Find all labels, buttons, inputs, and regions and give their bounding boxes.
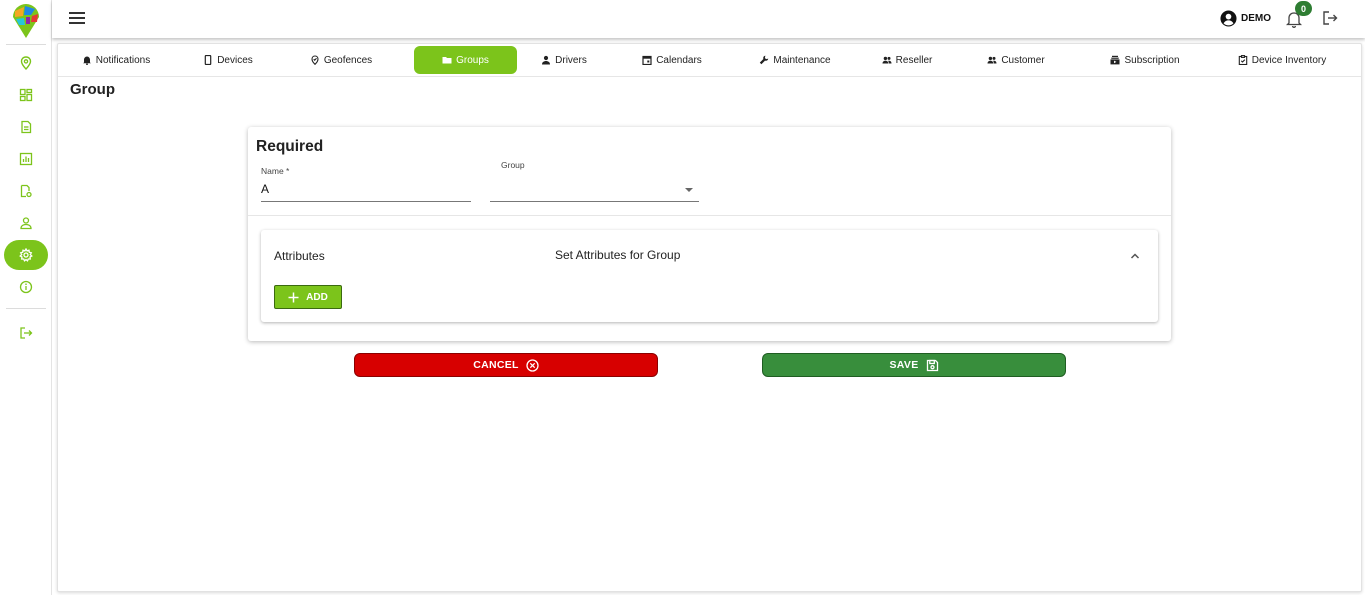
group-form-card: Required Name * A Group Attributes Set A… [248,127,1171,341]
report-settings-icon [20,184,32,198]
tab-label: Devices [217,54,253,66]
tab-drivers[interactable]: Drivers [524,46,604,74]
tab-subscription[interactable]: Subscription [1090,46,1200,74]
logout-icon [20,327,33,339]
card-divider [248,215,1171,216]
name-field[interactable]: A [261,182,269,196]
sidebar-divider [6,44,46,45]
top-bar: DEMO 0 [52,0,1365,38]
attributes-accordion: Attributes Set Attributes for Group ADD [261,230,1158,322]
sidebar-item-dashboard[interactable] [4,80,48,110]
tab-label: Groups [456,54,489,66]
save-icon [926,359,938,371]
user-icon [20,217,32,230]
save-button[interactable]: SAVE [762,353,1066,377]
notification-count-badge: 0 [1295,1,1312,16]
attributes-title[interactable]: Attributes [274,249,325,263]
tab-label: Calendars [656,54,702,66]
sidebar-divider [6,308,46,309]
geofence-icon [311,55,319,65]
tab-label: Device Inventory [1251,54,1327,66]
attributes-subtitle: Set Attributes for Group [555,248,681,262]
sidebar-item-about[interactable] [4,272,48,302]
tab-devices[interactable]: Devices [190,46,266,74]
tab-device-inventory[interactable]: Device Inventory [1218,46,1346,74]
group-select[interactable] [490,182,698,198]
sidebar-item-reports[interactable] [4,144,48,174]
sidebar-item-documents[interactable] [4,112,48,142]
tab-label: Maintenance [773,54,831,66]
tab-label: Customer [1001,54,1045,66]
tab-label: Subscription [1124,54,1180,66]
user-name: DEMO [1241,13,1271,24]
bell-icon [82,56,91,65]
tab-label: Reseller [895,54,933,66]
tab-reseller[interactable]: Reseller [864,46,950,74]
cancel-circle-icon [526,358,539,372]
inventory-icon [1238,55,1248,65]
add-attribute-button[interactable]: ADD [274,285,342,309]
people-icon [987,56,997,64]
settings-tabs: Notifications Devices Geofences Groups D… [58,44,1361,77]
save-button-label: SAVE [889,359,919,371]
sidebar-item-map[interactable] [4,48,48,78]
tab-maintenance[interactable]: Maintenance [740,46,850,74]
tab-label: Geofences [323,54,373,66]
chevron-up-icon[interactable] [1129,250,1141,262]
wrench-icon [760,55,769,65]
name-field-label: Name * [261,166,290,176]
phone-icon [204,55,212,65]
logout-icon[interactable] [1322,10,1338,26]
section-title: Required [256,138,324,155]
tab-groups[interactable]: Groups [414,46,517,74]
sidebar-item-logout[interactable] [4,318,48,348]
tab-label: Drivers [555,54,587,66]
user-menu[interactable]: DEMO [1220,10,1271,27]
tab-calendars[interactable]: Calendars [624,46,720,74]
app-logo[interactable] [10,3,42,39]
tab-notifications[interactable]: Notifications [66,46,166,74]
add-button-label: ADD [306,291,328,303]
account-circle-icon [1220,10,1237,27]
name-field-underline [261,201,471,202]
plus-icon [288,292,299,302]
gear-icon [19,248,33,262]
tab-geofences[interactable]: Geofences [298,46,384,74]
info-icon [19,280,33,294]
sidebar [0,0,52,595]
map-pin-icon [20,56,32,70]
folder-icon [442,57,452,64]
sidebar-item-report-settings[interactable] [4,176,48,206]
group-select-underline [490,201,699,202]
cancel-button-label: CANCEL [473,359,519,371]
sidebar-item-settings[interactable] [4,240,48,270]
dashboard-icon [19,88,33,102]
subscription-icon [1110,55,1120,65]
chevron-down-icon[interactable] [685,188,693,192]
people-icon [882,56,892,64]
tab-customer[interactable]: Customer [970,46,1062,74]
chart-icon [19,152,33,166]
calendar-icon [642,55,652,65]
sidebar-item-users[interactable] [4,208,48,238]
group-field-label: Group [501,160,525,170]
menu-icon[interactable] [69,12,85,26]
person-icon [542,55,551,65]
document-icon [21,120,32,134]
page-title: Group [70,81,115,98]
main-content: Notifications Devices Geofences Groups D… [57,43,1362,592]
tab-label: Notifications [95,54,151,66]
cancel-button[interactable]: CANCEL [354,353,658,377]
